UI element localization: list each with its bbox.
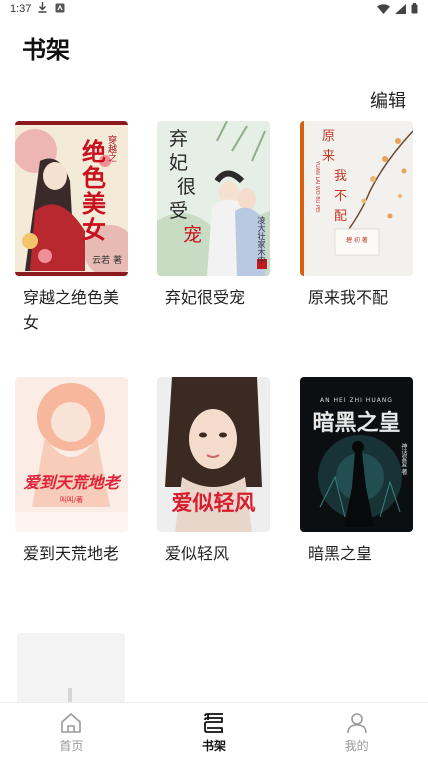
cover-author: 叫叫/著 (59, 496, 84, 504)
tab-home[interactable]: 首页 (0, 703, 143, 760)
book-title[interactable]: 爱似轻风 (157, 541, 270, 566)
book-title[interactable]: 穿越之绝色美女 (15, 285, 128, 335)
tab-profile[interactable]: 我的 (285, 703, 428, 760)
cover-title-art: 原 来 我 不 配 (322, 127, 347, 227)
app-notification-icon (55, 3, 65, 12)
page-title: 书架 (22, 36, 70, 64)
cover-char: 来 (322, 149, 336, 164)
cover-title-art: 弃 妃 很 受 宠 (169, 127, 202, 247)
book-item[interactable]: 爱到天荒地老 叫叫/著 爱到天荒地老 (15, 377, 128, 566)
book-item[interactable]: 爱似轻风 爱似轻风 (157, 377, 270, 566)
book-title[interactable]: 爱到天荒地老 (15, 541, 128, 566)
book-cover[interactable]: 原 来 我 不 配 YUAN LAI WO BU PEI 碧 初 著 (300, 121, 413, 276)
tab-label: 首页 (59, 739, 84, 753)
cover-pinyin: YUAN LAI WO BU PEI (314, 161, 320, 213)
cover-author: 神话复复 著 (400, 443, 407, 475)
user-icon (346, 713, 367, 734)
cover-title-art: 爱到天荒地老 (23, 473, 120, 492)
add-book-button[interactable] (17, 633, 125, 705)
cover-title-art: 爱似轻风 (171, 490, 256, 515)
book-item[interactable]: AN HEI ZHI HUANG 暗黑之皇 神话复复 著 暗黑之皇 (300, 377, 413, 566)
wifi-icon (377, 3, 390, 14)
cover-char: 很 (177, 176, 197, 198)
status-time: 1:37 (10, 3, 32, 15)
cover-char: 宠 (183, 224, 203, 246)
cover-char: 配 (334, 209, 348, 224)
cover-author: 云若 著 (92, 256, 122, 266)
cover-side-text: 凌大壮家木中 (257, 216, 266, 264)
status-notifications (38, 2, 65, 13)
book-item[interactable]: 原 来 我 不 配 YUAN LAI WO BU PEI 碧 初 著 原来我不配 (300, 121, 413, 310)
cover-char: 不 (334, 189, 348, 204)
book-item[interactable]: 弃 妃 很 受 宠 凌大壮家木中 弃妃很受宠 (157, 121, 270, 310)
edit-button[interactable]: 编辑 (370, 87, 406, 113)
cover-char: 受 (169, 200, 189, 222)
book-cover[interactable]: 穿越之 绝 色 美 女 云若 著 (15, 121, 128, 276)
cover-char: 色 (82, 163, 106, 192)
cover-char: 原 (322, 129, 336, 144)
status-system (377, 3, 418, 14)
cover-char: 女 (82, 215, 106, 244)
book-title[interactable]: 原来我不配 (300, 285, 413, 310)
tab-label: 书架 (202, 739, 227, 753)
cover-subtitle: 穿越之 (106, 135, 116, 162)
download-icon (38, 2, 47, 13)
cover-pinyin: AN HEI ZHI HUANG (320, 397, 393, 404)
book-item[interactable]: 穿越之 绝 色 美 女 云若 著 穿越之绝色美女 (15, 121, 128, 335)
cover-char: 弃 (169, 128, 189, 150)
tab-label: 我的 (344, 739, 369, 753)
home-icon (61, 713, 82, 733)
status-bar: 1:37 (0, 0, 428, 20)
signal-icon (395, 3, 406, 14)
cover-title-art: 绝 色 美 女 (82, 139, 106, 243)
cover-char: 我 (334, 169, 348, 184)
book-cover[interactable]: AN HEI ZHI HUANG 暗黑之皇 神话复复 著 (300, 377, 413, 532)
bookshelf-icon (204, 713, 223, 733)
tab-bookshelf[interactable]: 书架 (143, 703, 286, 760)
book-title[interactable]: 弃妃很受宠 (157, 285, 270, 310)
book-cover[interactable]: 爱到天荒地老 叫叫/著 (15, 377, 128, 532)
book-cover[interactable]: 爱似轻风 (157, 377, 270, 532)
battery-icon (411, 3, 418, 14)
book-title[interactable]: 暗黑之皇 (300, 541, 413, 566)
cover-char: 妃 (169, 152, 189, 174)
cover-char: 美 (82, 189, 106, 218)
book-cover-art (15, 377, 128, 532)
cover-author: 碧 初 著 (346, 237, 368, 244)
book-cover[interactable]: 弃 妃 很 受 宠 凌大壮家木中 (157, 121, 270, 276)
bottom-tab-bar: 首页 书架 我的 (0, 702, 428, 760)
cover-title-art: 暗黑之皇 (312, 410, 401, 436)
cover-char: 绝 (82, 137, 106, 166)
